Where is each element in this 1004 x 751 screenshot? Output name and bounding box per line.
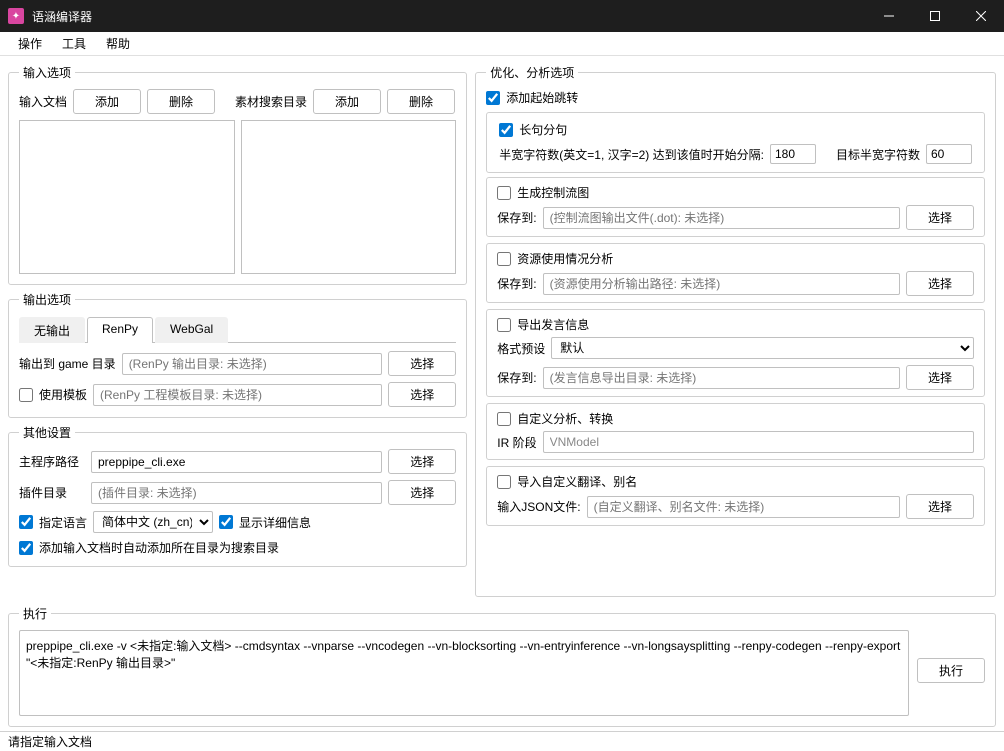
renpy-template-select-button[interactable]: 选择	[388, 382, 456, 407]
resource-usage-label: 资源使用情况分析	[517, 250, 613, 267]
specify-language-label: 指定语言	[39, 514, 87, 531]
execute-legend: 执行	[19, 605, 51, 622]
target-value-spinner[interactable]	[926, 144, 972, 164]
resource-select-button[interactable]: 选择	[906, 271, 974, 296]
use-template-label: 使用模板	[39, 386, 87, 403]
language-select[interactable]: 简体中文 (zh_cn)	[93, 511, 213, 533]
plugin-dir-label: 插件目录	[19, 484, 85, 501]
main-program-input[interactable]	[91, 451, 382, 473]
material-search-label: 素材搜索目录	[235, 93, 307, 110]
input-json-label: 输入JSON文件:	[497, 498, 580, 515]
control-flow-select-button[interactable]: 选择	[906, 205, 974, 230]
input-options-group: 输入选项 输入文档 添加 删除 素材搜索目录 添加 删除	[8, 64, 467, 285]
resource-usage-checkbox[interactable]	[497, 252, 511, 266]
renpy-output-input[interactable]	[122, 353, 383, 375]
input-options-legend: 输入选项	[19, 64, 75, 81]
import-translation-checkbox[interactable]	[497, 475, 511, 489]
other-settings-legend: 其他设置	[19, 424, 75, 441]
long-sentence-label: 长句分句	[519, 121, 567, 138]
execute-group: 执行 preppipe_cli.exe -v <未指定:输入文档> --cmds…	[8, 605, 996, 727]
json-select-button[interactable]: 选择	[906, 494, 974, 519]
maximize-button[interactable]	[912, 0, 958, 32]
window-title: 语涵编译器	[32, 8, 866, 25]
other-settings-group: 其他设置 主程序路径 选择 插件目录 选择 指定语言 简体中文 (zh_cn)	[8, 424, 467, 567]
custom-analysis-checkbox[interactable]	[497, 412, 511, 426]
show-verbose-checkbox[interactable]	[219, 515, 233, 529]
statusbar: 请指定输入文档	[0, 731, 1004, 751]
output-game-dir-label: 输出到 game 目录	[19, 355, 116, 372]
split-value-spinner[interactable]	[770, 144, 816, 164]
input-doc-label: 输入文档	[19, 93, 67, 110]
custom-analysis-label: 自定义分析、转换	[517, 410, 613, 427]
control-flow-save-label: 保存到:	[497, 209, 536, 226]
gen-control-flow-label: 生成控制流图	[517, 184, 589, 201]
export-speech-checkbox[interactable]	[497, 318, 511, 332]
command-text[interactable]: preppipe_cli.exe -v <未指定:输入文档> --cmdsynt…	[19, 630, 909, 716]
material-delete-button[interactable]: 删除	[387, 89, 455, 114]
resource-path-input[interactable]	[543, 273, 900, 295]
material-search-list[interactable]	[241, 120, 457, 274]
tab-no-output[interactable]: 无输出	[19, 317, 85, 343]
half-width-label: 半宽字符数(英文=1, 汉字=2) 达到该值时开始分隔:	[499, 146, 764, 163]
status-text: 请指定输入文档	[8, 733, 92, 750]
main-program-select-button[interactable]: 选择	[388, 449, 456, 474]
speech-select-button[interactable]: 选择	[906, 365, 974, 390]
speech-save-label: 保存到:	[497, 369, 536, 386]
optimize-legend: 优化、分析选项	[486, 64, 578, 81]
use-template-checkbox[interactable]	[19, 388, 33, 402]
main-program-label: 主程序路径	[19, 453, 85, 470]
long-sentence-checkbox[interactable]	[499, 123, 513, 137]
menu-operate[interactable]: 操作	[8, 33, 52, 54]
format-preset-select[interactable]: 默认	[551, 337, 974, 359]
optimize-group: 优化、分析选项 添加起始跳转 长句分句 半宽字符数(英文=1, 汉字=2) 达到…	[475, 64, 996, 597]
titlebar: ✦ 语涵编译器	[0, 0, 1004, 32]
input-doc-delete-button[interactable]: 删除	[147, 89, 215, 114]
material-add-button[interactable]: 添加	[313, 89, 381, 114]
ir-stage-input[interactable]	[543, 431, 974, 453]
json-path-input[interactable]	[587, 496, 900, 518]
tab-webgal[interactable]: WebGal	[155, 317, 228, 343]
format-preset-label: 格式预设	[497, 340, 545, 357]
close-button[interactable]	[958, 0, 1004, 32]
renpy-output-select-button[interactable]: 选择	[388, 351, 456, 376]
menubar: 操作 工具 帮助	[0, 32, 1004, 56]
menu-help[interactable]: 帮助	[96, 33, 140, 54]
resource-save-label: 保存到:	[497, 275, 536, 292]
auto-add-dir-label: 添加输入文档时自动添加所在目录为搜索目录	[39, 539, 279, 556]
app-icon: ✦	[8, 8, 24, 24]
add-start-jump-label: 添加起始跳转	[506, 89, 578, 106]
control-flow-path-input[interactable]	[543, 207, 900, 229]
plugin-dir-select-button[interactable]: 选择	[388, 480, 456, 505]
ir-stage-label: IR 阶段	[497, 434, 536, 451]
speech-path-input[interactable]	[543, 367, 900, 389]
input-doc-list[interactable]	[19, 120, 235, 274]
execute-button[interactable]: 执行	[917, 658, 985, 683]
auto-add-dir-checkbox[interactable]	[19, 541, 33, 555]
minimize-button[interactable]	[866, 0, 912, 32]
menu-tools[interactable]: 工具	[52, 33, 96, 54]
output-options-group: 输出选项 无输出 RenPy WebGal 输出到 game 目录 选择 使用模…	[8, 291, 467, 418]
show-verbose-label: 显示详细信息	[239, 514, 311, 531]
import-translation-label: 导入自定义翻译、别名	[517, 473, 637, 490]
renpy-template-input[interactable]	[93, 384, 382, 406]
input-doc-add-button[interactable]: 添加	[73, 89, 141, 114]
add-start-jump-checkbox[interactable]	[486, 91, 500, 105]
output-options-legend: 输出选项	[19, 291, 75, 308]
plugin-dir-input[interactable]	[91, 482, 382, 504]
export-speech-label: 导出发言信息	[517, 316, 589, 333]
gen-control-flow-checkbox[interactable]	[497, 186, 511, 200]
target-half-width-label: 目标半宽字符数	[836, 146, 920, 163]
specify-language-checkbox[interactable]	[19, 515, 33, 529]
tab-renpy[interactable]: RenPy	[87, 317, 153, 343]
